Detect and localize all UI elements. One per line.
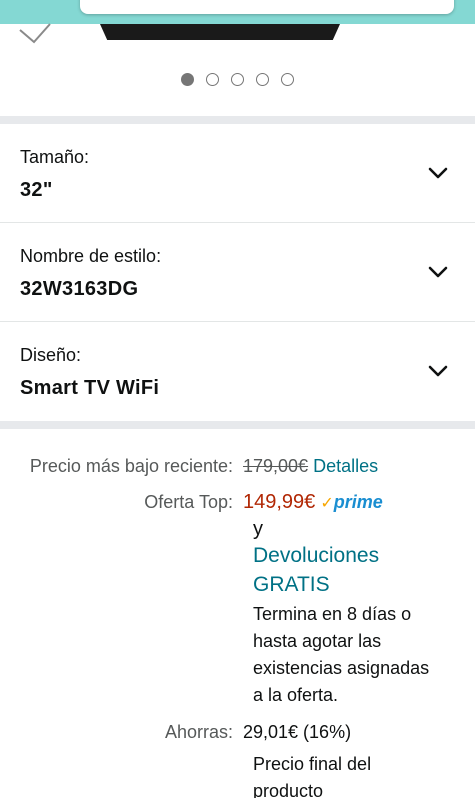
variation-value: Smart TV WiFi [20, 377, 160, 399]
search-bar-overlay[interactable] [80, 0, 454, 14]
final-price-line: producto [253, 781, 324, 798]
carousel-indicator [0, 73, 475, 86]
prime-badge: ✓prime [320, 492, 382, 512]
variation-label: Nombre de estilo: [20, 246, 162, 266]
deal-price-row: Oferta Top: 149,99€ ✓prime [0, 489, 475, 517]
pricing-block: Precio más bajo reciente: 179,00€ Detall… [0, 429, 475, 798]
deal-price: 149,99€ [243, 491, 316, 513]
recent-low-price-label: Precio más bajo reciente: [29, 456, 233, 476]
tv-stand-icon [19, 23, 51, 44]
and-text: y [253, 518, 263, 540]
prime-logo: prime [333, 492, 383, 512]
product-image-area[interactable] [0, 0, 475, 116]
savings-label: Ahorras: [164, 722, 233, 742]
variation-design-selector[interactable]: Diseño: Smart TV WiFi [0, 322, 475, 421]
variation-style-selector[interactable]: Nombre de estilo: 32W3163DG [0, 223, 475, 322]
details-link[interactable]: Detalles [313, 456, 378, 476]
chevron-down-icon[interactable] [427, 162, 449, 184]
carousel-dot-2[interactable] [206, 73, 219, 86]
chevron-down-icon[interactable] [427, 360, 449, 382]
free-returns-line-1: Devoluciones [253, 544, 380, 567]
carousel-dot-5[interactable] [281, 73, 294, 86]
deal-ends-line: Termina en 8 días o [253, 604, 412, 624]
deal-ends-line: a la oferta. [253, 685, 339, 705]
section-divider [0, 421, 475, 429]
recent-low-price-value: 179,00€ Detalles [243, 453, 475, 479]
deal-value: 149,99€ ✓prime [243, 489, 475, 517]
final-price-note: Precio final del producto [253, 751, 475, 798]
tv-bottom-edge [100, 24, 340, 40]
variation-size-selector[interactable]: Tamaño: 32" [0, 124, 475, 223]
prime-check-icon: ✓ [320, 495, 334, 512]
savings-value: 29,01€ (16%) [243, 722, 352, 742]
variation-value: 32" [20, 179, 53, 201]
carousel-dot-3[interactable] [231, 73, 244, 86]
deal-ends-text: Termina en 8 días o hasta agotar las exi… [253, 601, 475, 709]
deal-ends-line: hasta agotar las [253, 631, 382, 651]
variation-value: 32W3163DG [20, 278, 139, 300]
variation-label: Tamaño: [20, 147, 90, 167]
section-divider [0, 116, 475, 124]
chevron-down-icon[interactable] [427, 261, 449, 283]
carousel-dot-4[interactable] [256, 73, 269, 86]
carousel-dot-1[interactable] [181, 73, 194, 86]
free-returns-link[interactable]: Devoluciones GRATIS [253, 541, 475, 599]
recent-low-price-row: Precio más bajo reciente: 179,00€ Detall… [0, 453, 475, 479]
free-returns-line-2: GRATIS [253, 573, 330, 596]
variation-label: Diseño: [20, 345, 82, 365]
deal-ends-line: existencias asignadas [253, 658, 430, 678]
savings-row: Ahorras: 29,01€ (16%) [0, 719, 475, 745]
deal-label: Oferta Top: [144, 492, 233, 512]
final-price-line: Precio final del [253, 754, 372, 774]
list-price: 179,00€ [243, 456, 309, 476]
